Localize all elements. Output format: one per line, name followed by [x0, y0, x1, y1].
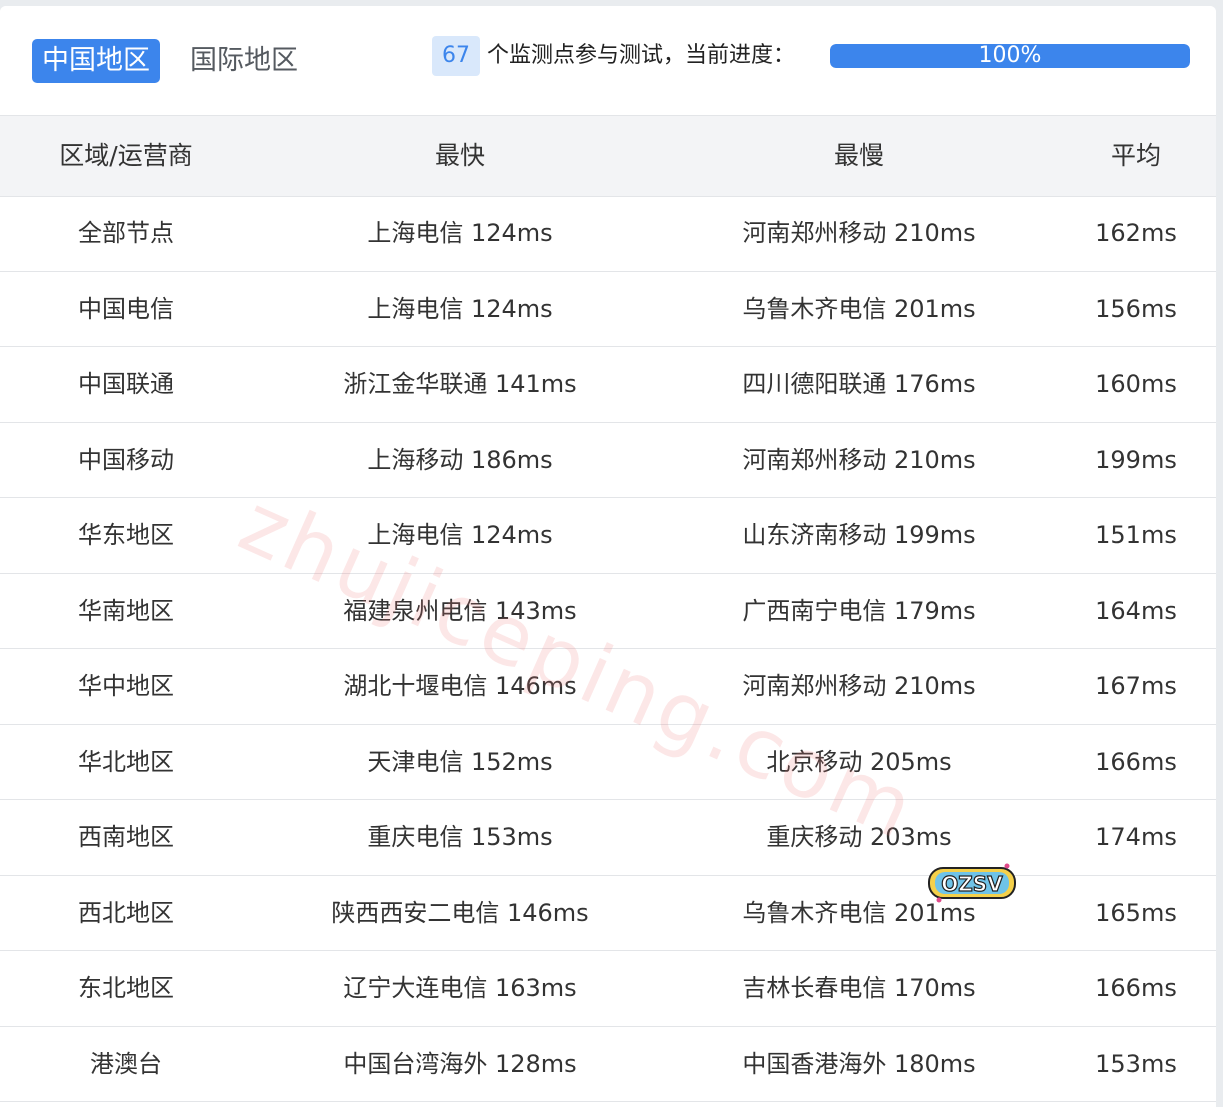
column-header-slowest: 最慢 [833, 141, 884, 170]
fastest-cell: 湖北十堰电信 146ms [343, 672, 577, 700]
fastest-cell: 辽宁大连电信 163ms [343, 974, 577, 1002]
progress-bar: 100% [830, 44, 1190, 68]
table-row: 港澳台 中国台湾海外 128ms 中国香港海外 180ms 153ms [0, 1027, 1216, 1102]
fastest-cell: 上海电信 124ms [367, 219, 553, 247]
node-count-badge: 67 [432, 36, 480, 76]
fastest-cell: 中国台湾海外 128ms [343, 1049, 577, 1078]
progress-status-text: 个监测点参与测试，当前进度： [487, 43, 796, 68]
slowest-cell: 重庆移动 203ms [766, 823, 952, 851]
fastest-cell: 浙江金华联通 141ms [343, 370, 577, 398]
tab-china[interactable]: 中国地区 [32, 39, 160, 83]
region-cell: 全部节点 [78, 219, 174, 247]
slowest-cell: 山东济南移动 199ms [742, 521, 976, 549]
fastest-cell: 上海电信 124ms [367, 294, 553, 323]
average-cell: 153ms [1095, 1049, 1177, 1078]
average-cell: 167ms [1095, 672, 1177, 700]
table-body: 全部节点 上海电信 124ms 河南郑州移动 210ms 162ms 中国电信 … [0, 196, 1216, 1102]
fastest-cell: 陕西西安二电信 146ms [331, 898, 589, 927]
average-cell: 162ms [1095, 219, 1177, 247]
slowest-cell: 中国香港海外 180ms [742, 1049, 976, 1078]
fastest-cell: 上海移动 186ms [367, 445, 553, 474]
region-cell: 华北地区 [78, 747, 174, 776]
region-cell: 华南地区 [78, 596, 174, 625]
column-header-region: 区域/运营商 [59, 141, 193, 170]
table-row: 中国电信 上海电信 124ms 乌鲁木齐电信 201ms 156ms [0, 272, 1216, 347]
slowest-cell: 乌鲁木齐电信 201ms [742, 898, 976, 927]
region-cell: 西南地区 [78, 823, 174, 851]
table-row: 华中地区 湖北十堰电信 146ms 河南郑州移动 210ms 167ms [0, 649, 1216, 725]
slowest-cell: 河南郑州移动 210ms [742, 672, 976, 700]
table-row: 西北地区 陕西西安二电信 146ms 乌鲁木齐电信 201ms 165ms [0, 876, 1216, 951]
table-row: 中国联通 浙江金华联通 141ms 四川德阳联通 176ms 160ms [0, 347, 1216, 423]
column-header-fastest: 最快 [434, 141, 485, 170]
average-cell: 166ms [1095, 974, 1177, 1002]
region-cell: 中国电信 [78, 294, 174, 323]
fastest-cell: 天津电信 152ms [367, 747, 553, 776]
region-cell: 中国移动 [78, 445, 174, 474]
slowest-cell: 四川德阳联通 176ms [742, 370, 976, 398]
table-row: 全部节点 上海电信 124ms 河南郑州移动 210ms 162ms [0, 196, 1216, 272]
slowest-cell: 广西南宁电信 179ms [742, 596, 976, 625]
average-cell: 165ms [1095, 898, 1177, 927]
fastest-cell: 上海电信 124ms [367, 521, 553, 549]
table-row: 中国移动 上海移动 186ms 河南郑州移动 210ms 199ms [0, 423, 1216, 498]
table-row: 华南地区 福建泉州电信 143ms 广西南宁电信 179ms 164ms [0, 574, 1216, 649]
slowest-cell: 北京移动 205ms [766, 747, 952, 776]
average-cell: 164ms [1095, 596, 1177, 625]
tab-international[interactable]: 国际地区 [180, 39, 308, 83]
region-cell: 华东地区 [78, 521, 174, 549]
slowest-cell: 吉林长春电信 170ms [742, 974, 976, 1002]
region-cell: 港澳台 [90, 1049, 162, 1078]
region-cell: 西北地区 [78, 898, 174, 927]
average-cell: 151ms [1095, 521, 1177, 549]
speed-test-panel: 中国地区 国际地区 67 个监测点参与测试，当前进度： 100% 区域/运营商 … [0, 6, 1216, 1107]
slowest-cell: 河南郑州移动 210ms [742, 219, 976, 247]
slowest-cell: 河南郑州移动 210ms [742, 445, 976, 474]
average-cell: 160ms [1095, 370, 1177, 398]
average-cell: 174ms [1095, 823, 1177, 851]
table-row: 华北地区 天津电信 152ms 北京移动 205ms 166ms [0, 725, 1216, 800]
table-row: 华东地区 上海电信 124ms 山东济南移动 199ms 151ms [0, 498, 1216, 574]
slowest-cell: 乌鲁木齐电信 201ms [742, 294, 976, 323]
topbar: 中国地区 国际地区 67 个监测点参与测试，当前进度： 100% [0, 6, 1216, 114]
table-row: 西南地区 重庆电信 153ms 重庆移动 203ms 174ms [0, 800, 1216, 876]
table-row: 东北地区 辽宁大连电信 163ms 吉林长春电信 170ms 166ms [0, 951, 1216, 1027]
average-cell: 166ms [1095, 747, 1177, 776]
fastest-cell: 福建泉州电信 143ms [343, 596, 577, 625]
fastest-cell: 重庆电信 153ms [367, 823, 553, 851]
average-cell: 199ms [1095, 445, 1177, 474]
region-cell: 东北地区 [78, 974, 174, 1002]
average-cell: 156ms [1095, 294, 1177, 323]
region-cell: 中国联通 [78, 370, 174, 398]
column-header-average: 平均 [1110, 141, 1161, 170]
table-header: 区域/运营商 最快 最慢 平均 [0, 115, 1216, 197]
region-cell: 华中地区 [78, 672, 174, 700]
progress-label: 100% [978, 44, 1042, 68]
